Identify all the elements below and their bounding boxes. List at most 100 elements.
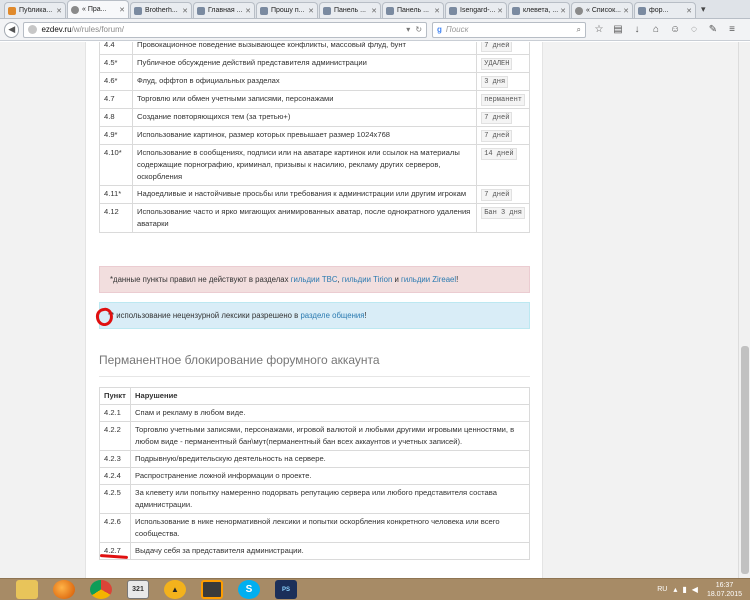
back-button[interactable]: ◀: [4, 21, 20, 38]
column-header-violation: Нарушение: [130, 387, 530, 405]
url-bar[interactable]: ezdev.ru/w/rules/forum/ ▾ ↻: [23, 21, 428, 38]
tab-label: « Пра...: [82, 6, 107, 13]
browser-tab[interactable]: Панель ... ✕: [319, 2, 381, 18]
rule-duration-cell: Бан 3 дня: [476, 203, 530, 233]
rule-text: Публичное обсуждение действий представит…: [131, 54, 478, 73]
tab-close-icon[interactable]: ✕: [686, 7, 692, 15]
skype-icon[interactable]: S: [238, 580, 260, 599]
tab-label: Панель ...: [397, 7, 429, 14]
rule-duration-cell: 7 дней: [476, 42, 530, 55]
browser-tab[interactable]: Публика... ✕: [4, 2, 66, 18]
tab-close-icon[interactable]: ✕: [371, 7, 377, 15]
rule-text: Торговлю или обмен учетными записями, пе…: [131, 90, 478, 109]
firefox-icon[interactable]: [53, 580, 75, 599]
bookmarks-icon[interactable]: ▤: [613, 24, 623, 35]
vertical-scrollbar[interactable]: [738, 42, 750, 578]
photoshop-icon[interactable]: PS: [275, 580, 297, 599]
rule-number: 4.4: [99, 42, 133, 55]
tab-close-icon[interactable]: ✕: [623, 7, 629, 15]
tab-close-icon[interactable]: ✕: [308, 7, 314, 15]
clock-time: 16:37: [715, 581, 734, 589]
rule-number: 4.10*: [99, 144, 133, 186]
rule-number: 4.7: [99, 90, 133, 109]
volume-icon[interactable]: ◀: [692, 585, 698, 594]
table-row: 4.9* Использование картинок, размер котор…: [99, 126, 530, 145]
table-row: 4.11* Надоедливые и настойчивые просьбы и…: [99, 185, 530, 204]
rule-number: 4.11*: [99, 185, 133, 204]
tab-label: « Список...: [586, 7, 621, 14]
browser-tab[interactable]: Главная ... ✕: [193, 2, 255, 18]
rule-number: 4.2.4: [99, 467, 131, 485]
calendar-icon[interactable]: 321: [127, 580, 149, 599]
addon-icon[interactable]: ✎: [708, 24, 718, 35]
table-row: 4.2.4 Распространение ложной информации о…: [99, 467, 530, 485]
page-viewport: 4.4 Провокационное поведение вызывающее к…: [0, 42, 738, 578]
taskbar: 321 ▲ S PS RU ▴ ▮ ◀ 16:37 18.07.2015: [0, 578, 750, 600]
clock[interactable]: 16:37 18.07.2015: [707, 581, 742, 599]
link-guild-zireael[interactable]: гильдии Zireael: [401, 275, 456, 284]
browser-tab[interactable]: Isengard-... ✕: [445, 2, 507, 18]
duration-badge: 14 дней: [481, 148, 517, 160]
rule-text: Провокационное поведение вызывающее конф…: [131, 42, 478, 55]
rules-table-permanent: Пункт Нарушение 4.2.1 Спам и рекламу в лю…: [99, 387, 530, 560]
rule-number: 4.9*: [99, 126, 133, 145]
network-icon[interactable]: ▮: [682, 585, 686, 594]
tab-favicon-icon: [71, 5, 79, 14]
game-launcher-icon[interactable]: [201, 580, 223, 599]
link-guild-tirion[interactable]: гильдии Tirion: [342, 275, 392, 284]
file-explorer-icon[interactable]: [16, 580, 38, 599]
browser-tab[interactable]: « Пра... ✕: [67, 0, 129, 18]
link-guild-tbc[interactable]: гильдии TBC: [291, 275, 338, 284]
tab-favicon-icon: [197, 6, 205, 15]
tab-favicon-icon: [323, 6, 331, 15]
navigation-bar: ◀ ezdev.ru/w/rules/forum/ ▾ ↻ g Поиск ⌕ …: [0, 19, 750, 41]
tab-favicon-icon: [449, 6, 457, 15]
rule-number: 4.2.3: [99, 450, 131, 468]
browser-tab[interactable]: фор... ✕: [634, 2, 696, 18]
tab-close-icon[interactable]: ✕: [245, 7, 251, 15]
link-chat-section[interactable]: разделе общения: [300, 311, 364, 320]
duration-badge: 7 дней: [481, 42, 513, 52]
tab-close-icon[interactable]: ✕: [56, 7, 62, 15]
download-icon[interactable]: ↓: [632, 24, 642, 35]
tab-label: Главная ...: [208, 7, 243, 14]
tab-label: Прошу п...: [271, 7, 305, 14]
pocket-icon[interactable]: ◌: [689, 24, 699, 35]
rule-text: Надоедливые и настойчивые просьбы или тр…: [131, 185, 478, 204]
search-icon[interactable]: ⌕: [577, 25, 581, 35]
scrollbar-thumb[interactable]: [741, 346, 749, 574]
reload-icon[interactable]: ↻: [415, 25, 422, 34]
url-dropdown-icon[interactable]: ▾: [406, 25, 410, 34]
chat-icon[interactable]: ☺: [670, 24, 680, 35]
menu-icon[interactable]: ≡: [727, 24, 737, 35]
tray-expand-icon[interactable]: ▴: [673, 585, 677, 594]
home-icon[interactable]: ⌂: [651, 24, 661, 35]
table-row: 4.6* Флуд, оффтоп в официальных разделах 3…: [99, 72, 530, 91]
language-indicator[interactable]: RU: [657, 586, 667, 593]
tab-list-dropdown-icon[interactable]: ▾: [697, 4, 710, 18]
navigator-icon[interactable]: ▲: [164, 580, 186, 599]
rule-duration-cell: 3 дня: [476, 72, 530, 91]
rules-table-temporary: 4.4 Провокационное поведение вызывающее к…: [99, 42, 530, 233]
browser-tab[interactable]: Панель ... ✕: [382, 2, 444, 18]
browser-tab[interactable]: Brotherh... ✕: [130, 2, 192, 18]
rule-number: 4.8: [99, 108, 133, 127]
tab-close-icon[interactable]: ✕: [119, 6, 125, 14]
tab-label: фор...: [649, 7, 669, 14]
search-input[interactable]: g Поиск ⌕: [432, 21, 586, 38]
duration-badge: Бан 3 дня: [481, 207, 525, 219]
url-path: /w/rules/forum/: [71, 25, 124, 34]
tab-close-icon[interactable]: ✕: [182, 7, 188, 15]
rule-text: Использование картинок, размер которых п…: [131, 126, 478, 145]
table-row: 4.4 Провокационное поведение вызывающее к…: [99, 42, 530, 55]
browser-tab[interactable]: Прошу п... ✕: [256, 2, 318, 18]
tab-close-icon[interactable]: ✕: [560, 7, 566, 15]
bookmark-star-icon[interactable]: ☆: [594, 24, 604, 35]
tab-label: Публика...: [19, 7, 53, 14]
tab-close-icon[interactable]: ✕: [497, 7, 503, 15]
browser-tab[interactable]: клевета, ... ✕: [508, 2, 570, 18]
tab-close-icon[interactable]: ✕: [434, 7, 440, 15]
duration-badge: 7 дней: [481, 130, 513, 142]
chrome-icon[interactable]: [90, 580, 112, 599]
browser-tab[interactable]: « Список... ✕: [571, 2, 633, 18]
